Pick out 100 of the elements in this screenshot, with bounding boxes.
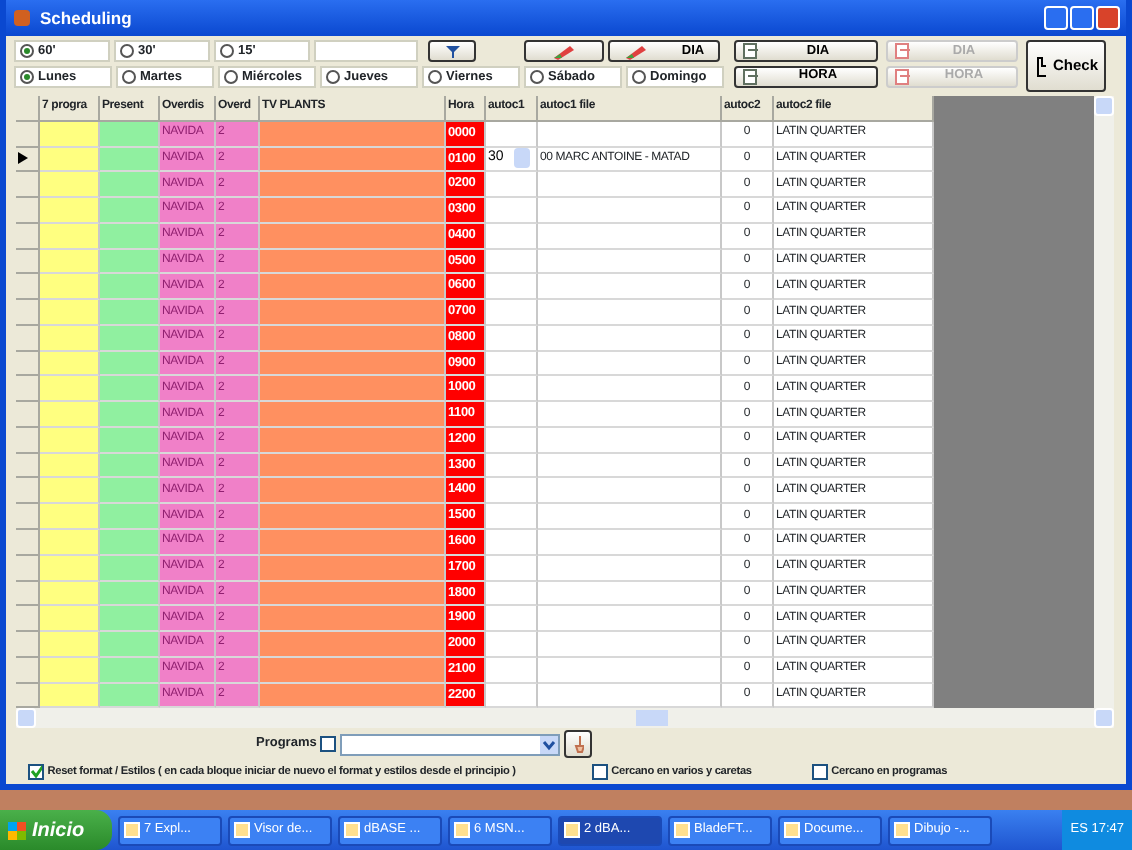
document-icon xyxy=(742,67,760,86)
table-cell xyxy=(486,632,538,658)
table-cell xyxy=(486,657,538,684)
table-cell xyxy=(100,198,160,224)
table-cell xyxy=(486,606,538,633)
filter-button[interactable] xyxy=(428,40,476,63)
dropdown-arrow-icon xyxy=(539,735,558,753)
table-cell xyxy=(40,504,100,531)
radio-button[interactable] xyxy=(120,44,134,59)
table-cell xyxy=(40,402,100,428)
app-icon xyxy=(12,8,32,28)
table-cell xyxy=(486,478,538,505)
table-cell xyxy=(40,274,100,301)
radio-button[interactable] xyxy=(428,69,442,84)
table-cell xyxy=(100,121,160,148)
table-cell xyxy=(40,351,100,377)
brush-icon xyxy=(571,734,584,754)
table-cell xyxy=(40,478,100,505)
table-cell xyxy=(486,376,538,403)
table-cell xyxy=(40,530,100,556)
table-cell xyxy=(40,427,100,454)
table-cell xyxy=(100,683,160,709)
checkbox[interactable] xyxy=(591,763,608,780)
table-cell xyxy=(40,683,100,709)
app-icon xyxy=(234,822,250,838)
app-icon xyxy=(674,822,690,838)
table-cell xyxy=(100,223,160,250)
table-cell xyxy=(100,453,160,479)
tool-button[interactable] xyxy=(563,730,592,758)
document-icon xyxy=(894,42,912,60)
table-cell xyxy=(486,427,538,454)
table-cell xyxy=(40,657,100,684)
table-cell xyxy=(486,683,538,709)
radio-button[interactable] xyxy=(326,69,340,84)
checkbox[interactable] xyxy=(811,763,828,780)
text-field[interactable] xyxy=(314,40,418,63)
table-cell xyxy=(486,402,538,428)
table-cell xyxy=(486,351,538,377)
pencil-icon xyxy=(552,43,576,60)
radio-button[interactable] xyxy=(122,69,136,84)
radio-button[interactable] xyxy=(530,69,544,84)
table-cell xyxy=(40,453,100,479)
app-icon xyxy=(344,822,360,838)
row-header[interactable] xyxy=(16,147,40,173)
table-cell xyxy=(486,172,538,199)
app-icon xyxy=(454,822,470,838)
table-cell xyxy=(486,555,538,582)
edit-button[interactable] xyxy=(524,40,604,63)
document-icon xyxy=(894,67,912,86)
table-cell xyxy=(40,555,100,582)
window-title: Scheduling xyxy=(40,5,132,31)
table-cell xyxy=(100,606,160,633)
table-cell xyxy=(100,351,160,377)
table-cell xyxy=(100,376,160,403)
minimize-button[interactable] xyxy=(1044,6,1068,30)
app-icon xyxy=(564,822,580,838)
radio-button[interactable] xyxy=(20,69,34,84)
checkbox[interactable] xyxy=(28,763,44,780)
table-cell xyxy=(100,632,160,658)
table-cell xyxy=(100,274,160,301)
table-cell xyxy=(40,147,100,173)
radio-button[interactable] xyxy=(220,44,234,59)
pencil-icon xyxy=(623,43,648,60)
table-cell xyxy=(100,402,160,428)
table-cell xyxy=(100,555,160,582)
table-cell xyxy=(486,300,538,326)
app-icon xyxy=(784,822,800,838)
table-cell xyxy=(100,478,160,505)
table-cell xyxy=(486,249,538,275)
table-cell xyxy=(486,581,538,607)
radio-button[interactable] xyxy=(224,69,238,84)
vertical-scrollbar[interactable] xyxy=(1094,96,1114,708)
windows-logo-icon xyxy=(8,821,26,839)
table-cell xyxy=(40,249,100,275)
spin-button[interactable] xyxy=(514,148,530,169)
table-cell xyxy=(40,325,100,352)
radio-button[interactable] xyxy=(20,44,34,59)
table-cell xyxy=(100,300,160,326)
funnel-icon xyxy=(443,43,461,60)
start-button[interactable]: Inicio xyxy=(0,810,112,850)
table-cell xyxy=(486,453,538,479)
table-cell xyxy=(486,198,538,224)
table-cell xyxy=(486,504,538,531)
horizontal-scrollbar[interactable] xyxy=(16,708,1114,728)
table-cell xyxy=(100,325,160,352)
radio-button[interactable] xyxy=(632,69,646,84)
table-cell xyxy=(40,198,100,224)
table-cell xyxy=(100,504,160,531)
table-cell xyxy=(100,657,160,684)
table-cell xyxy=(40,632,100,658)
app-icon xyxy=(894,822,910,838)
table-cell xyxy=(40,300,100,326)
table-cell xyxy=(40,121,100,148)
table-cell xyxy=(486,325,538,352)
maximize-button[interactable] xyxy=(1070,6,1094,30)
table-cell xyxy=(486,121,538,148)
checkbox[interactable] xyxy=(320,736,337,752)
document-icon xyxy=(742,42,760,60)
close-button[interactable] xyxy=(1096,6,1120,30)
app-icon xyxy=(124,822,140,838)
